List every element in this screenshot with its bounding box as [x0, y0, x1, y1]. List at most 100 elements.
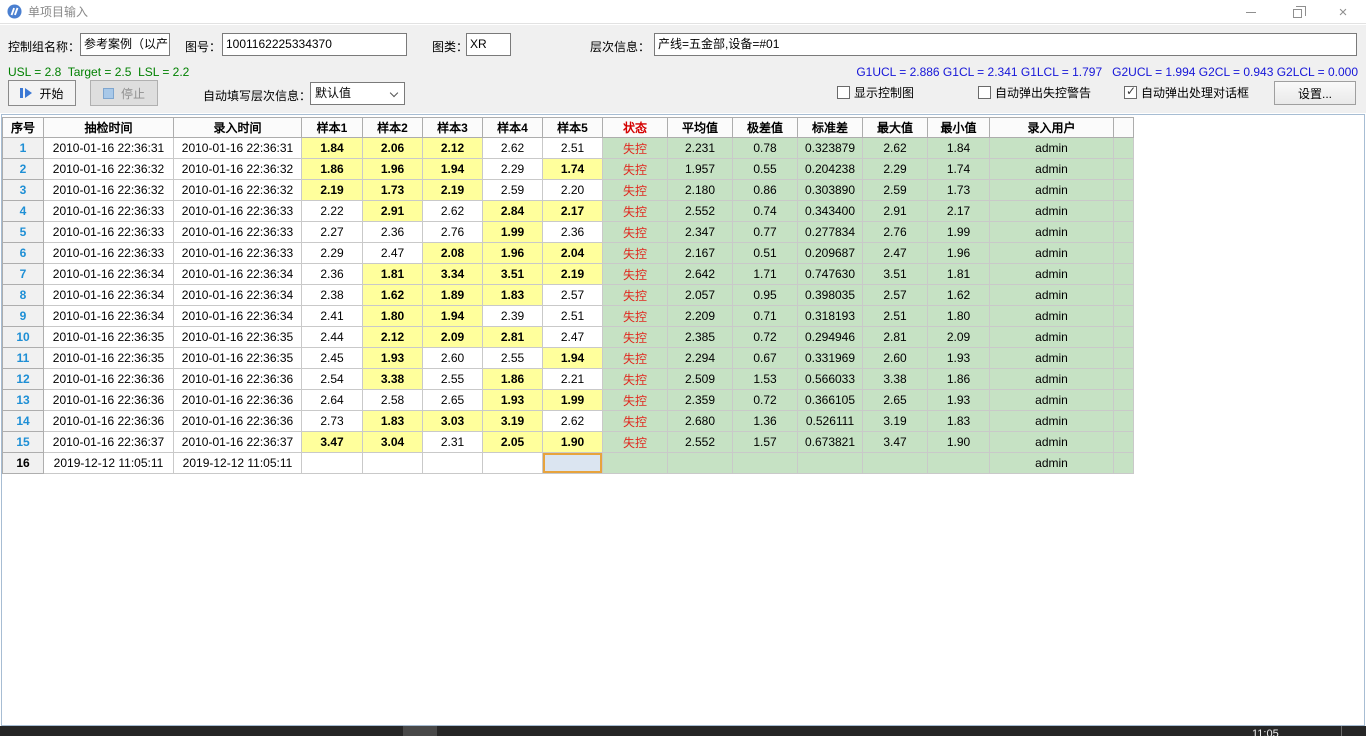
- row-number[interactable]: 14: [3, 411, 44, 432]
- sample-cell[interactable]: 1.81: [363, 264, 423, 285]
- sample-cell[interactable]: 2.62: [423, 201, 483, 222]
- sample-cell[interactable]: 3.19: [483, 411, 543, 432]
- sample-cell[interactable]: 2.39: [483, 306, 543, 327]
- sample-cell[interactable]: 3.34: [423, 264, 483, 285]
- sample-cell[interactable]: 2.58: [363, 390, 423, 411]
- row-number[interactable]: 16: [3, 453, 44, 474]
- row-number[interactable]: 2: [3, 159, 44, 180]
- sample-cell[interactable]: 1.94: [423, 306, 483, 327]
- row-number[interactable]: 6: [3, 243, 44, 264]
- sample-time-cell[interactable]: 2010-01-16 22:36:31: [44, 138, 174, 159]
- row-number[interactable]: 4: [3, 201, 44, 222]
- sample-cell[interactable]: 1.96: [483, 243, 543, 264]
- sample-cell[interactable]: 2.41: [302, 306, 363, 327]
- sample-cell[interactable]: 2.06: [363, 138, 423, 159]
- entry-time-cell[interactable]: 2010-01-16 22:36:37: [174, 432, 302, 453]
- sample-cell[interactable]: 3.47: [302, 432, 363, 453]
- sample-cell[interactable]: 2.17: [543, 201, 603, 222]
- sample-cell[interactable]: 2.47: [543, 327, 603, 348]
- sample-cell[interactable]: 1.86: [302, 159, 363, 180]
- sample-cell[interactable]: 1.83: [483, 285, 543, 306]
- sample-time-cell[interactable]: 2010-01-16 22:36:36: [44, 369, 174, 390]
- sample-cell[interactable]: 2.21: [543, 369, 603, 390]
- sample-cell[interactable]: 2.20: [543, 180, 603, 201]
- entry-time-cell[interactable]: 2010-01-16 22:36:35: [174, 327, 302, 348]
- restore-button[interactable]: [1274, 0, 1320, 24]
- sample-cell[interactable]: 1.62: [363, 285, 423, 306]
- sample-cell[interactable]: 1.99: [483, 222, 543, 243]
- start-button[interactable]: 开始: [8, 80, 76, 106]
- autofill-dropdown[interactable]: 默认值: [310, 82, 405, 105]
- sample-cell[interactable]: 1.73: [363, 180, 423, 201]
- row-number[interactable]: 3: [3, 180, 44, 201]
- sample-cell[interactable]: [543, 453, 603, 474]
- sample-cell[interactable]: 2.65: [423, 390, 483, 411]
- sample-time-cell[interactable]: 2010-01-16 22:36:34: [44, 306, 174, 327]
- sample-cell[interactable]: 1.96: [363, 159, 423, 180]
- sample-cell[interactable]: 2.08: [423, 243, 483, 264]
- entry-time-cell[interactable]: 2010-01-16 22:36:31: [174, 138, 302, 159]
- row-number[interactable]: 7: [3, 264, 44, 285]
- sample-cell[interactable]: [302, 453, 363, 474]
- entry-time-cell[interactable]: 2010-01-16 22:36:34: [174, 285, 302, 306]
- sample-cell[interactable]: 2.31: [423, 432, 483, 453]
- minimize-button[interactable]: [1228, 0, 1274, 24]
- sample-cell[interactable]: 2.55: [483, 348, 543, 369]
- sample-cell[interactable]: 2.38: [302, 285, 363, 306]
- taskbar[interactable]: 11:05: [0, 726, 1366, 736]
- sample-cell[interactable]: 2.73: [302, 411, 363, 432]
- sample-cell[interactable]: 2.19: [543, 264, 603, 285]
- sample-cell[interactable]: 3.03: [423, 411, 483, 432]
- sample-cell[interactable]: 2.29: [483, 159, 543, 180]
- sample-cell[interactable]: 2.05: [483, 432, 543, 453]
- sample-cell[interactable]: 2.57: [543, 285, 603, 306]
- row-number[interactable]: 9: [3, 306, 44, 327]
- entry-time-cell[interactable]: 2010-01-16 22:36:33: [174, 222, 302, 243]
- row-number[interactable]: 11: [3, 348, 44, 369]
- hierarchy-input[interactable]: 产线=五金部,设备=#01: [654, 33, 1357, 56]
- sample-cell[interactable]: 1.94: [423, 159, 483, 180]
- row-number[interactable]: 8: [3, 285, 44, 306]
- sample-cell[interactable]: 2.76: [423, 222, 483, 243]
- sample-cell[interactable]: [483, 453, 543, 474]
- entry-time-cell[interactable]: 2010-01-16 22:36:33: [174, 201, 302, 222]
- entry-time-cell[interactable]: 2010-01-16 22:36:35: [174, 348, 302, 369]
- sample-cell[interactable]: 2.27: [302, 222, 363, 243]
- entry-time-cell[interactable]: 2010-01-16 22:36:32: [174, 159, 302, 180]
- sample-cell[interactable]: 1.84: [302, 138, 363, 159]
- sample-time-cell[interactable]: 2010-01-16 22:36:35: [44, 348, 174, 369]
- sample-cell[interactable]: 1.99: [543, 390, 603, 411]
- row-number[interactable]: 12: [3, 369, 44, 390]
- entry-time-cell[interactable]: 2010-01-16 22:36:32: [174, 180, 302, 201]
- sample-cell[interactable]: 2.60: [423, 348, 483, 369]
- sample-cell[interactable]: 2.91: [363, 201, 423, 222]
- entry-time-cell[interactable]: 2010-01-16 22:36:36: [174, 411, 302, 432]
- sample-cell[interactable]: 3.04: [363, 432, 423, 453]
- sample-cell[interactable]: 1.90: [543, 432, 603, 453]
- sample-cell[interactable]: [423, 453, 483, 474]
- row-number[interactable]: 5: [3, 222, 44, 243]
- sample-cell[interactable]: 3.38: [363, 369, 423, 390]
- entry-time-cell[interactable]: 2010-01-16 22:36:36: [174, 369, 302, 390]
- sample-time-cell[interactable]: 2010-01-16 22:36:32: [44, 180, 174, 201]
- row-number[interactable]: 15: [3, 432, 44, 453]
- sample-cell[interactable]: 3.51: [483, 264, 543, 285]
- sample-cell[interactable]: 2.47: [363, 243, 423, 264]
- entry-time-cell[interactable]: 2010-01-16 22:36:34: [174, 306, 302, 327]
- row-number[interactable]: 1: [3, 138, 44, 159]
- sample-time-cell[interactable]: 2010-01-16 22:36:34: [44, 285, 174, 306]
- sample-cell[interactable]: 2.36: [543, 222, 603, 243]
- sample-cell[interactable]: 2.22: [302, 201, 363, 222]
- sample-cell[interactable]: 1.74: [543, 159, 603, 180]
- sample-cell[interactable]: 2.09: [423, 327, 483, 348]
- sample-cell[interactable]: 2.64: [302, 390, 363, 411]
- sample-time-cell[interactable]: 2019-12-12 11:05:11: [44, 453, 174, 474]
- sample-time-cell[interactable]: 2010-01-16 22:36:36: [44, 390, 174, 411]
- sample-time-cell[interactable]: 2010-01-16 22:36:34: [44, 264, 174, 285]
- checkbox-dialog[interactable]: ✓ 自动弹出处理对话框: [1124, 84, 1249, 101]
- sample-cell[interactable]: 1.89: [423, 285, 483, 306]
- sample-cell[interactable]: [363, 453, 423, 474]
- sample-cell[interactable]: 1.94: [543, 348, 603, 369]
- entry-time-cell[interactable]: 2010-01-16 22:36:36: [174, 390, 302, 411]
- sample-cell[interactable]: 2.04: [543, 243, 603, 264]
